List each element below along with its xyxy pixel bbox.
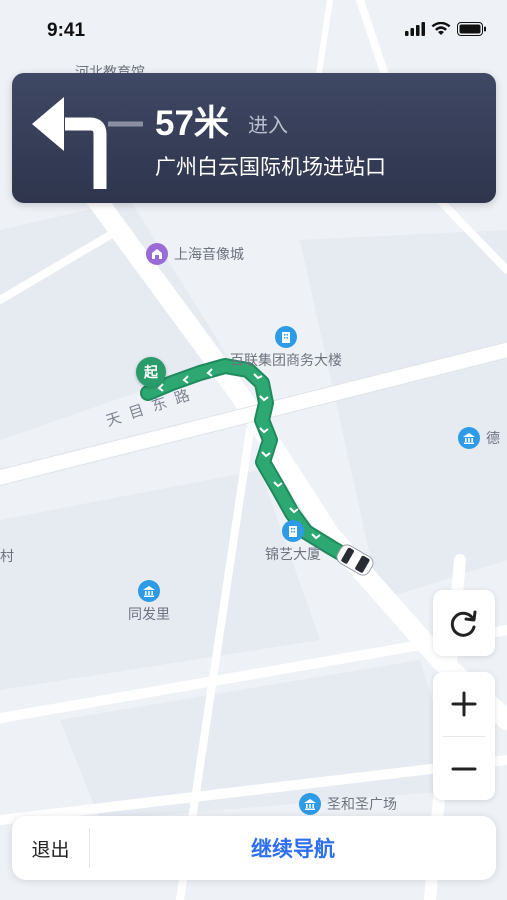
poi-label: 上海音像城	[174, 247, 244, 263]
office-building-icon	[275, 326, 297, 348]
plus-icon	[451, 691, 477, 717]
status-time: 9:41	[47, 20, 86, 41]
poi-label: 德	[486, 431, 500, 447]
battery-icon	[457, 22, 486, 36]
building-icon	[146, 243, 168, 265]
refresh-icon	[450, 610, 477, 637]
poi-bailian-building[interactable]: 百联集团商务大楼	[230, 326, 342, 370]
navigation-screen: 天目东路 上海音像城 百联集团商务大楼 德 锦艺大厦 同发里 圣和圣广场 村 起…	[0, 0, 507, 900]
route-start-marker: 起	[136, 357, 166, 387]
turn-left-arrow-icon	[32, 97, 143, 189]
zoom-in-button[interactable]	[433, 672, 495, 736]
office-building-icon	[282, 520, 304, 542]
minus-icon	[451, 767, 477, 771]
poi-label: 同发里	[128, 607, 170, 623]
continue-navigation-button[interactable]: 继续导航	[90, 816, 496, 880]
poi-label: 圣和圣广场	[327, 797, 397, 813]
navigation-instruction-card[interactable]: 57米 进入 广州白云国际机场进站口	[12, 73, 496, 203]
poi-shanghai-audio-city[interactable]: 上海音像城	[146, 243, 244, 265]
poi-label: 锦艺大厦	[265, 547, 321, 563]
bottom-action-bar: 退出 继续导航	[12, 816, 496, 880]
zoom-out-button[interactable]	[433, 737, 495, 801]
maneuver-action: 进入	[248, 113, 288, 137]
cellular-signal-icon	[405, 22, 425, 36]
wifi-icon	[431, 22, 451, 35]
bank-icon	[299, 793, 321, 815]
poi-shenghesheng-plaza[interactable]: 圣和圣广场	[299, 793, 397, 815]
poi-label: 百联集团商务大楼	[230, 353, 342, 369]
bank-icon	[138, 580, 160, 602]
distance-to-turn: 57米	[155, 104, 229, 143]
status-bar: 9:41	[0, 0, 507, 62]
poi-tongfali[interactable]: 同发里	[128, 580, 170, 624]
next-road-name: 广州白云国际机场进站口	[155, 155, 386, 179]
zoom-controls	[433, 672, 495, 800]
status-icons	[405, 22, 487, 36]
refresh-button[interactable]	[433, 590, 495, 656]
exit-button[interactable]: 退出	[12, 816, 89, 880]
map-edge-label: 村	[0, 549, 14, 565]
poi-jinyi-building[interactable]: 锦艺大厦	[265, 520, 321, 564]
poi-de[interactable]: 德	[458, 427, 500, 449]
bank-icon	[458, 427, 480, 449]
